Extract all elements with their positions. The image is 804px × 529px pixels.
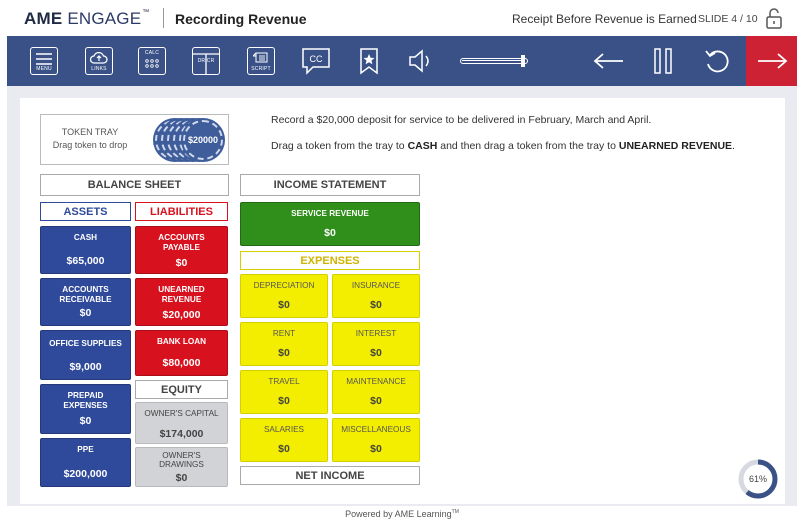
pause-icon — [654, 48, 672, 74]
account-office-supplies[interactable]: OFFICE SUPPLIES $9,000 — [40, 330, 131, 380]
draggable-token[interactable]: $20000 — [183, 120, 223, 160]
page-subtitle: Receipt Before Revenue is Earned — [512, 12, 697, 26]
menu-button[interactable]: MENU — [29, 36, 59, 86]
ame-engage-logo: AME ENGAGE™ — [24, 9, 150, 28]
income-statement-header: INCOME STATEMENT — [240, 174, 420, 196]
header-divider — [163, 8, 164, 28]
debit-credit-button[interactable]: DR CR — [191, 36, 221, 86]
account-accounts-receivable[interactable]: ACCOUNTS RECEIVABLE $0 — [40, 278, 131, 326]
page-title: Recording Revenue — [175, 11, 307, 27]
t-account-icon: DR CR — [192, 47, 220, 75]
account-depreciation[interactable]: DEPRECIATION $0 — [240, 274, 328, 318]
app-header: AME ENGAGE™ Recording Revenue Receipt Be… — [0, 0, 804, 36]
account-accounts-payable[interactable]: ACCOUNTS PAYABLE $0 — [135, 226, 228, 274]
account-ppe[interactable]: PPE $200,000 — [40, 438, 131, 487]
next-button[interactable] — [746, 36, 797, 86]
account-travel[interactable]: TRAVEL $0 — [240, 370, 328, 414]
instruction-text: Record a $20,000 deposit for service to … — [271, 114, 652, 126]
token-tray: TOKEN TRAY Drag token to drop $20000 — [40, 114, 229, 165]
previous-button[interactable] — [592, 36, 626, 86]
links-button[interactable]: LINKS — [84, 36, 114, 86]
account-unearned-revenue[interactable]: UNEARNED REVENUE $20,000 — [135, 278, 228, 326]
arrow-right-icon — [757, 53, 787, 69]
closed-captions-icon: CC — [302, 48, 330, 75]
account-miscellaneous[interactable]: MISCELLANEOUS $0 — [332, 418, 420, 462]
account-prepaid-expenses[interactable]: PREPAID EXPENSES $0 — [40, 384, 131, 434]
expenses-header: EXPENSES — [240, 251, 420, 270]
unlock-icon[interactable] — [765, 7, 783, 29]
script-button[interactable]: SCRIPT — [246, 36, 276, 86]
arrow-left-icon — [593, 53, 623, 69]
account-bank-loan[interactable]: BANK LOAN $80,000 — [135, 330, 228, 376]
account-interest[interactable]: INTEREST $0 — [332, 322, 420, 366]
account-insurance[interactable]: INSURANCE $0 — [332, 274, 420, 318]
assets-header: ASSETS — [40, 202, 131, 221]
closed-captions-button[interactable]: CC — [299, 36, 333, 86]
replay-button[interactable] — [702, 36, 732, 86]
token-tray-title: TOKEN TRAY — [61, 127, 119, 137]
account-owners-drawings[interactable]: OWNER'S DRAWINGS $0 — [135, 447, 228, 487]
volume-slider-fill — [462, 60, 522, 61]
bookmark-star-icon — [360, 48, 378, 75]
account-owners-capital[interactable]: OWNER'S CAPITAL $174,000 — [135, 402, 228, 444]
equity-header: EQUITY — [135, 380, 228, 399]
volume-slider[interactable] — [460, 58, 528, 64]
svg-text:CC: CC — [310, 54, 323, 64]
progress-percent: 61% — [748, 474, 767, 484]
liabilities-header: LIABILITIES — [135, 202, 228, 221]
account-maintenance[interactable]: MAINTENANCE $0 — [332, 370, 420, 414]
net-income-header: NET INCOME — [240, 466, 420, 485]
account-salaries[interactable]: SALARIES $0 — [240, 418, 328, 462]
speaker-icon — [409, 49, 429, 73]
footer-credit: Powered by AME LearningTM — [345, 509, 459, 519]
menu-icon: MENU — [30, 47, 58, 75]
account-rent[interactable]: RENT $0 — [240, 322, 328, 366]
volume-slider-handle[interactable] — [521, 55, 525, 67]
pause-button[interactable] — [652, 36, 674, 86]
script-icon: SCRIPT — [247, 47, 275, 75]
account-service-revenue[interactable]: SERVICE REVENUE $0 — [240, 202, 420, 246]
account-cash[interactable]: CASH $65,000 — [40, 226, 131, 274]
replay-icon — [705, 50, 729, 73]
bookmark-button[interactable] — [357, 36, 381, 86]
slide-counter: SLIDE 4 / 10 — [698, 13, 758, 25]
cloud-link-icon: LINKS — [85, 47, 113, 75]
calculator-icon: CALC — [138, 47, 166, 75]
toolbar: MENU LINKS CALC DR CR SCRIPT CC — [7, 36, 797, 86]
calculator-button[interactable]: CALC — [137, 36, 167, 86]
instruction-steps: Drag a token from the tray to CASH and t… — [271, 140, 735, 152]
volume-button[interactable] — [407, 36, 435, 86]
balance-sheet-header: BALANCE SHEET — [40, 174, 229, 196]
token-tray-hint: Drag token to drop — [52, 140, 128, 150]
